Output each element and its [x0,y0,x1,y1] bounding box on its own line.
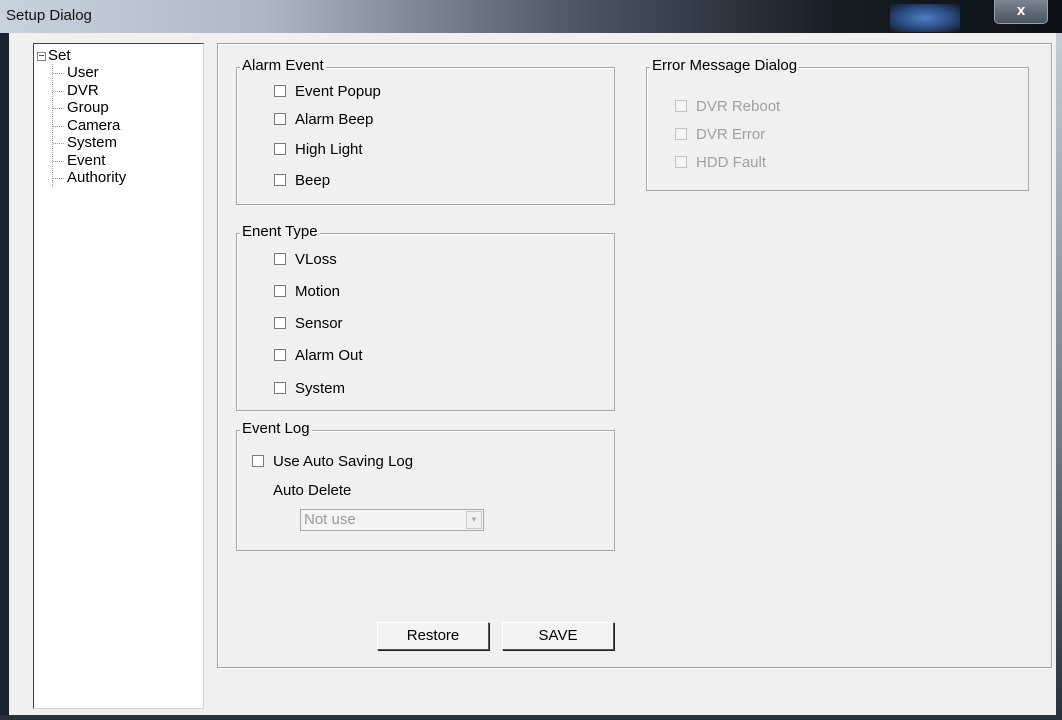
checkbox-box[interactable] [274,382,286,394]
window-title: Setup Dialog [6,7,92,24]
checkbox-label: System [295,380,346,397]
checkbox-label: Use Auto Saving Log [273,453,414,470]
motion-checkbox[interactable]: Motion [274,283,340,300]
error-dialog-legend: Error Message Dialog [650,57,800,74]
tree-root-set[interactable]: − Set [37,47,71,64]
checkbox-box[interactable] [675,128,687,140]
checkbox-label: Motion [295,283,341,300]
event-type-legend: Enent Type [240,223,320,240]
beep-checkbox[interactable]: Beep [274,172,330,189]
tree-item-camera[interactable]: Camera [53,117,126,135]
auto-delete-select[interactable]: Not use ▼ [300,509,484,531]
tree-item-group[interactable]: Group [53,99,126,117]
checkbox-label: DVR Reboot [696,98,781,115]
collapse-icon[interactable]: − [37,52,46,62]
chevron-down-icon[interactable]: ▼ [466,511,482,529]
checkbox-label: VLoss [295,251,337,268]
checkbox-label: Alarm Beep [295,111,374,128]
tree-item-user[interactable]: User [53,64,126,82]
checkbox-box[interactable] [274,174,286,186]
alarm-event-legend: Alarm Event [240,57,326,74]
settings-tree[interactable]: − Set User DVR Group Camera System Event … [33,43,204,709]
close-button[interactable]: x [994,0,1048,24]
use-auto-saving-log-checkbox[interactable]: Use Auto Saving Log [252,453,413,470]
sensor-checkbox[interactable]: Sensor [274,315,343,332]
event-popup-checkbox[interactable]: Event Popup [274,83,381,100]
hdd-fault-checkbox[interactable]: HDD Fault [675,154,766,171]
tree-root-label: Set [48,47,71,64]
tree-children: User DVR Group Camera System Event Autho… [52,64,126,187]
window-right-edge [1056,33,1062,720]
dvr-reboot-checkbox[interactable]: DVR Reboot [675,98,780,115]
tree-item-authority[interactable]: Authority [53,169,126,187]
event-type-group: Enent Type VLoss Motion Sensor Alarm Out… [236,223,615,411]
high-light-checkbox[interactable]: High Light [274,141,363,158]
vloss-checkbox[interactable]: VLoss [274,251,337,268]
alarm-event-group: Alarm Event Event Popup Alarm Beep High … [236,57,615,205]
checkbox-box[interactable] [252,455,264,467]
save-button[interactable]: SAVE [502,622,614,650]
auto-delete-label: Auto Delete [273,482,352,499]
auto-delete-value: Not use [304,511,356,528]
checkbox-label: High Light [295,141,363,158]
checkbox-box[interactable] [274,85,286,97]
tree-item-event[interactable]: Event [53,152,126,170]
dialog-client-area: − Set User DVR Group Camera System Event … [9,33,1056,715]
settings-panel: Alarm Event Event Popup Alarm Beep High … [217,43,1052,668]
setup-dialog-window: Setup Dialog x − Set User DVR Group Camer… [0,0,1062,720]
checkbox-box[interactable] [675,156,687,168]
tree-item-dvr[interactable]: DVR [53,82,126,100]
dvr-error-checkbox[interactable]: DVR Error [675,126,765,143]
window-bottom-edge [0,715,1062,720]
alarm-beep-checkbox[interactable]: Alarm Beep [274,111,373,128]
system-checkbox[interactable]: System [274,380,345,397]
checkbox-label: DVR Error [696,126,766,143]
checkbox-box[interactable] [274,113,286,125]
titlebar-glow [890,4,960,32]
checkbox-box[interactable] [274,285,286,297]
checkbox-label: Sensor [295,315,343,332]
checkbox-label: HDD Fault [696,154,767,171]
checkbox-label: Event Popup [295,83,381,100]
restore-button[interactable]: Restore [377,622,489,650]
error-message-dialog-group: Error Message Dialog DVR Reboot DVR Erro… [646,57,1029,191]
tree-item-system[interactable]: System [53,134,126,152]
checkbox-box[interactable] [274,143,286,155]
checkbox-box[interactable] [675,100,687,112]
event-log-legend: Event Log [240,420,312,437]
checkbox-box[interactable] [274,253,286,265]
checkbox-box[interactable] [274,317,286,329]
alarm-out-checkbox[interactable]: Alarm Out [274,347,363,364]
checkbox-box[interactable] [274,349,286,361]
checkbox-label: Beep [295,172,331,189]
title-bar[interactable]: Setup Dialog x [0,0,1062,33]
event-log-group: Event Log Use Auto Saving Log Auto Delet… [236,420,615,551]
checkbox-label: Alarm Out [295,347,363,364]
